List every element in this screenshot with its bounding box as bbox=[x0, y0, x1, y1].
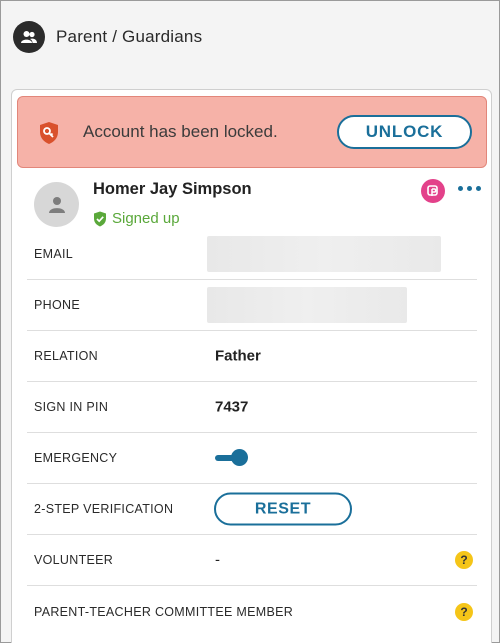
pin-row: SIGN IN PIN 7437 bbox=[27, 382, 477, 433]
volunteer-label: VOLUNTEER bbox=[34, 553, 114, 567]
locked-message: Account has been locked. bbox=[83, 122, 278, 141]
ptc-label: PARENT-TEACHER COMMITTEE MEMBER bbox=[34, 604, 294, 619]
status-badge: Signed up bbox=[93, 210, 180, 227]
locked-shield-icon bbox=[40, 122, 58, 144]
relation-value: Father bbox=[215, 347, 261, 365]
section-header: Parent / Guardians bbox=[13, 21, 202, 53]
people-icon bbox=[13, 21, 45, 53]
help-icon[interactable]: ? bbox=[455, 602, 473, 621]
email-row: EMAIL bbox=[27, 229, 477, 280]
volunteer-value: - bbox=[215, 551, 220, 569]
reset-button[interactable]: RESET bbox=[214, 492, 352, 526]
phone-row: PHONE bbox=[27, 280, 477, 331]
two-step-row: 2-STEP VERIFICATION RESET bbox=[27, 484, 477, 535]
volunteer-row: VOLUNTEER - ? bbox=[27, 535, 477, 586]
guardian-card: Account has been locked. UNLOCK Homer Ja… bbox=[11, 89, 492, 643]
section-title: Parent / Guardians bbox=[56, 27, 203, 46]
app-frame: Parent / Guardians Account has been lock… bbox=[0, 0, 500, 643]
avatar bbox=[34, 182, 79, 227]
ptc-row: PARENT-TEACHER COMMITTEE MEMBER ? bbox=[27, 586, 477, 637]
phone-redacted bbox=[207, 287, 407, 323]
verified-shield-icon bbox=[94, 211, 106, 226]
relation-row: RELATION Father bbox=[27, 331, 477, 382]
emergency-toggle[interactable] bbox=[215, 449, 249, 467]
guardian-name: Homer Jay Simpson bbox=[93, 180, 252, 198]
emergency-row: EMERGENCY bbox=[27, 433, 477, 484]
emergency-label: EMERGENCY bbox=[34, 451, 118, 465]
email-redacted bbox=[207, 236, 441, 272]
phone-label: PHONE bbox=[34, 298, 80, 312]
two-step-label: 2-STEP VERIFICATION bbox=[34, 502, 174, 516]
pin-value: 7437 bbox=[215, 398, 249, 416]
relation-label: RELATION bbox=[34, 349, 98, 363]
email-label: EMAIL bbox=[34, 247, 74, 261]
help-icon[interactable]: ? bbox=[455, 551, 473, 569]
pin-label: SIGN IN PIN bbox=[34, 400, 109, 414]
person-icon bbox=[48, 196, 65, 213]
locked-banner: Account has been locked. UNLOCK bbox=[17, 96, 487, 168]
status-text: Signed up bbox=[112, 210, 180, 227]
more-horizontal-icon[interactable] bbox=[458, 186, 481, 191]
parent-app-icon[interactable] bbox=[421, 179, 445, 203]
unlock-button[interactable]: UNLOCK bbox=[337, 115, 472, 149]
